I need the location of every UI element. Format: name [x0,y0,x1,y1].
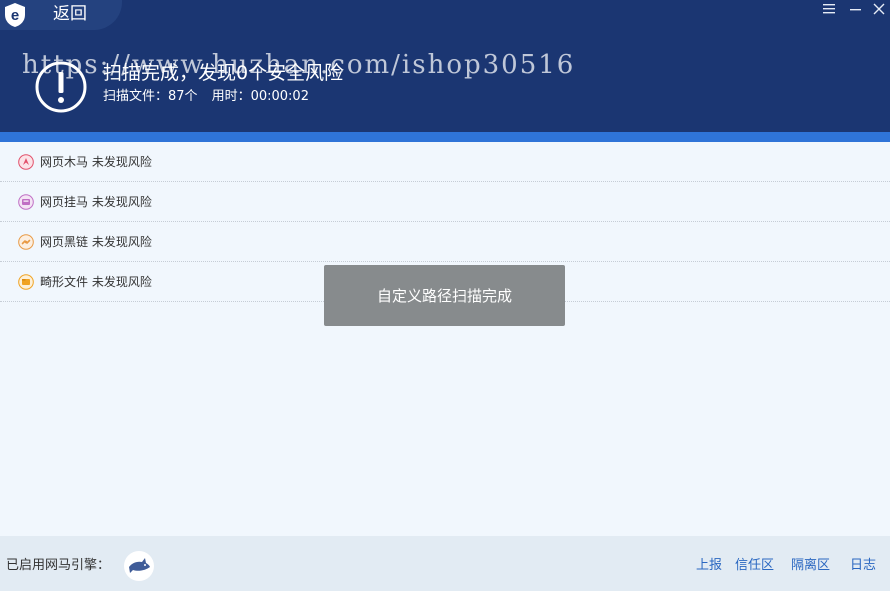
shark-engine-icon [124,551,154,581]
elapsed-time-value: 00:00:02 [250,89,309,104]
footer-bar: 已启用网马引擎： 上报 信任区 隔离区 日志 [0,536,890,591]
scanned-files-value: 87个 [168,89,198,104]
close-icon[interactable] [868,1,890,17]
trust-zone-link[interactable]: 信任区 [735,558,774,574]
webpage-trojan-icon [18,154,34,170]
scan-complete-toast: 自定义路径扫描完成 [324,265,565,326]
back-button[interactable]: e 返回 [0,0,122,30]
result-label: 网页黑链 未发现风险 [40,235,152,249]
report-link[interactable]: 上报 [696,558,722,574]
shield-e-logo-icon: e [5,3,25,27]
result-row-webpage-dark-link: 网页黑链 未发现风险 [0,222,890,262]
minimize-icon[interactable] [845,1,867,17]
watermark-text: https://www.huzhan.com/ishop30516 [22,50,576,80]
log-link[interactable]: 日志 [850,558,876,574]
elapsed-time-label: 用时： [211,89,251,104]
result-row-webpage-hang-trojan: 网页挂马 未发现风险 [0,182,890,222]
webpage-dark-link-icon [18,234,34,250]
svg-text:e: e [11,7,19,24]
scanned-files-label: 扫描文件： [103,89,169,104]
result-label: 网页木马 未发现风险 [40,155,152,169]
back-label[interactable]: 返回 [53,4,87,24]
scan-stats: 扫描文件：87个 用时：00:00:02 [103,89,309,105]
accent-stripe [0,132,890,142]
menu-icon[interactable] [818,1,840,17]
malformed-file-icon [18,274,34,290]
result-label: 网页挂马 未发现风险 [40,195,152,209]
header: e 返回 扫描完成，发现0个安全风险 扫描文件：87个 用时：00:00:02 h… [0,0,890,132]
quarantine-link[interactable]: 隔离区 [791,558,830,574]
webpage-hang-trojan-icon [18,194,34,210]
engine-label: 已启用网马引擎： [6,558,111,573]
result-label: 畸形文件 未发现风险 [40,275,152,289]
result-row-webpage-trojan: 网页木马 未发现风险 [0,142,890,182]
